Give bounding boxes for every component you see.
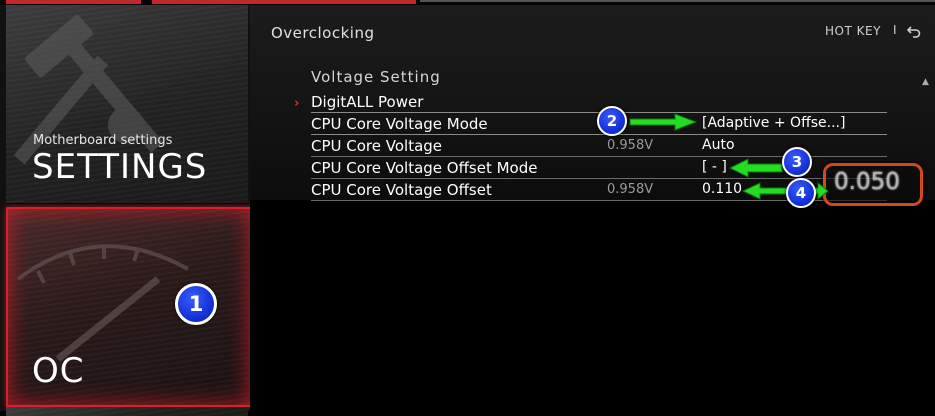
highlighted-value-callout: 0.050 bbox=[823, 163, 923, 206]
top-strip-line bbox=[420, 0, 935, 2]
oc-tile[interactable]: 1 OC bbox=[6, 207, 252, 407]
current-voltage: 0.958V bbox=[607, 138, 654, 153]
setting-name: CPU Core Voltage Offset bbox=[311, 181, 492, 199]
hotkey-separator: I bbox=[893, 23, 897, 37]
settings-subtitle: Motherboard settings bbox=[33, 133, 173, 148]
help-panel bbox=[292, 200, 935, 411]
top-tab-active[interactable] bbox=[152, 0, 416, 4]
main-panel: Overclocking HOT KEY I ▲ Voltage Setting… bbox=[250, 5, 935, 411]
breadcrumb: Overclocking bbox=[271, 24, 375, 42]
setting-name: CPU Core Voltage Mode bbox=[311, 115, 488, 133]
top-tab-left[interactable] bbox=[6, 0, 141, 4]
sidebar: Motherboard settings SETTINGS 1 OC bbox=[0, 5, 252, 416]
annotation-badge-2: 2 bbox=[597, 106, 627, 136]
settings-title: SETTINGS bbox=[32, 147, 208, 187]
scroll-up-icon[interactable]: ▲ bbox=[922, 77, 929, 87]
setting-value[interactable]: Auto bbox=[702, 137, 735, 153]
sidebar-bottom-tile[interactable] bbox=[6, 407, 248, 416]
current-voltage: 0.958V bbox=[607, 182, 654, 197]
setting-name: CPU Core Voltage Offset Mode bbox=[311, 159, 538, 177]
settings-tile[interactable]: Motherboard settings SETTINGS bbox=[6, 5, 248, 204]
section-title: Voltage Setting bbox=[311, 68, 441, 86]
annotation-badge-1: 1 bbox=[175, 283, 217, 325]
setting-name: CPU Core Voltage bbox=[311, 137, 443, 155]
back-arrow-icon[interactable] bbox=[906, 23, 922, 39]
setting-value-dropdown[interactable]: [Adaptive + Offse...] bbox=[702, 115, 845, 131]
setting-row-digitall-power[interactable]: DigitALL Power bbox=[311, 91, 887, 112]
hotkey-button[interactable]: HOT KEY bbox=[825, 24, 881, 38]
oc-title: OC bbox=[32, 351, 85, 391]
setting-value-dropdown[interactable]: [ - ] bbox=[702, 159, 727, 175]
highlighted-value: 0.050 bbox=[834, 169, 900, 195]
submenu-arrow-icon: › bbox=[294, 96, 300, 111]
setting-value-input[interactable]: 0.110 bbox=[702, 181, 742, 197]
annotation-badge-4: 4 bbox=[786, 178, 816, 208]
setting-name: DigitALL Power bbox=[311, 93, 424, 111]
annotation-badge-3: 3 bbox=[782, 147, 812, 177]
